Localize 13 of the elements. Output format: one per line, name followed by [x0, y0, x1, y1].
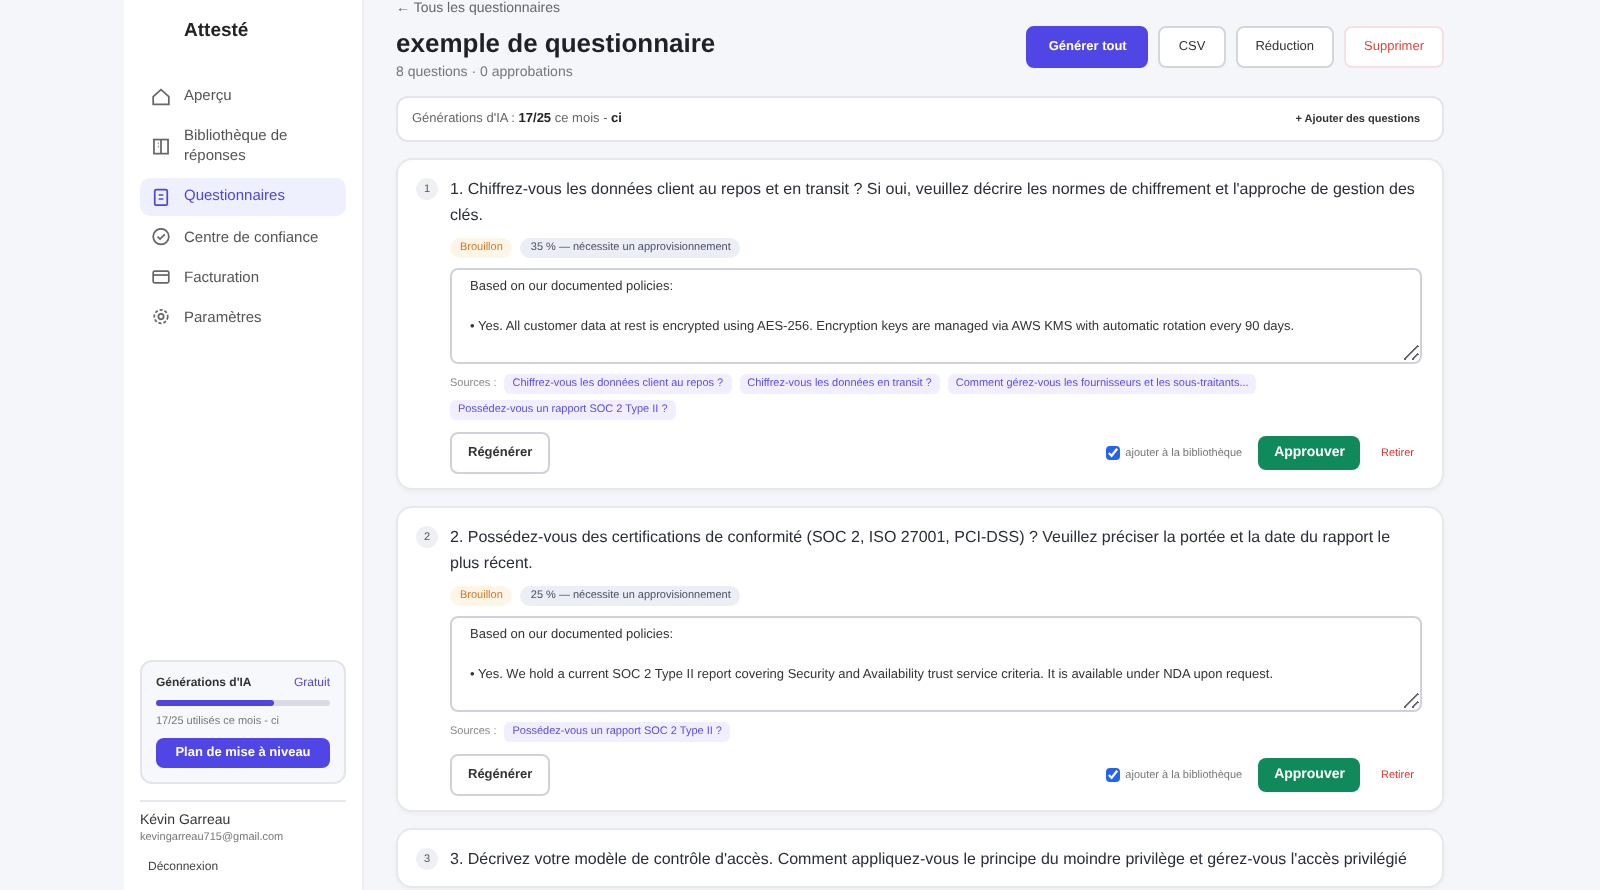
question-text: 2. Possédez-vous des certifications de conformité (SOC 2, ISO 27001, PCI-DSS) ? Veuillez préciser la portée et la date du rapport le plus récent.: [450, 526, 1393, 576]
app-logo: Attesté: [184, 20, 251, 42]
home-icon: [152, 87, 170, 106]
settings-icon: [152, 308, 170, 327]
question-text: 3. Décrivez votre modèle de contrôle d'accès. Comment appliquez-vous le principe du moindre privilège et gérez-vous l'accès privilégié: [450, 848, 1409, 872]
credit-card-icon: [152, 268, 170, 287]
book-icon: [152, 137, 170, 156]
checkbox[interactable]: [1105, 768, 1120, 782]
question-text: 1. Chiffrez-vous les données client au repos et en transit ? Si oui, veuillez décrire les normes de chiffrement et l'approche de gestion des clés.: [450, 178, 1417, 228]
shield-check-icon: [152, 228, 170, 247]
page-title: exemple de questionnaire: [396, 28, 716, 58]
checkbox[interactable]: [1105, 446, 1120, 460]
clipboard-icon: [152, 187, 170, 206]
